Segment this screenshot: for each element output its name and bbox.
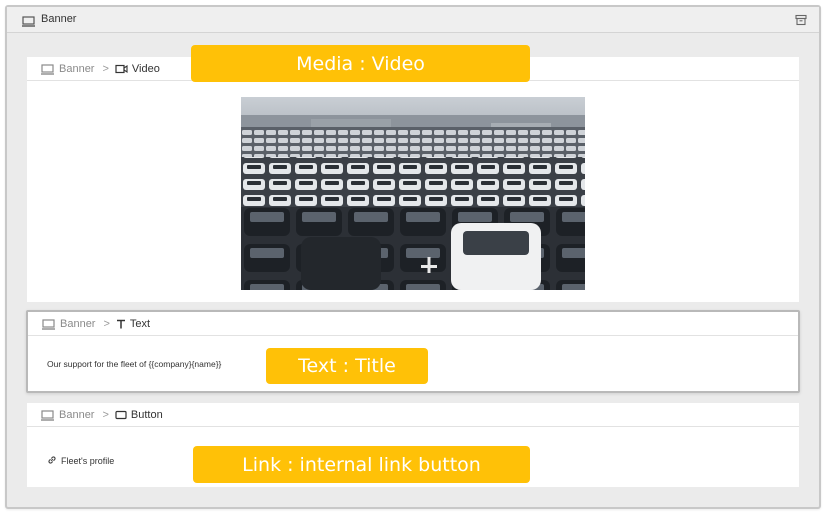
text-title-tag: Text : Title bbox=[266, 348, 428, 384]
button-type-icon bbox=[115, 410, 127, 420]
media-video-tag: Media : Video bbox=[191, 45, 530, 82]
video-card[interactable]: Banner > Video Media : Video bbox=[27, 45, 799, 302]
link-button-tag: Link : internal link button bbox=[193, 446, 530, 483]
breadcrumb-separator: > bbox=[102, 409, 109, 421]
video-thumbnail[interactable] bbox=[241, 97, 585, 290]
title-text[interactable]: Our support for the fleet of {{company}{… bbox=[47, 359, 221, 369]
button-card[interactable]: Banner > Button Fleet's profile Link : i… bbox=[27, 403, 799, 487]
fleet-profile-link[interactable]: Fleet's profile bbox=[47, 455, 114, 467]
breadcrumb-separator: > bbox=[103, 318, 110, 330]
breadcrumb-root[interactable]: Banner bbox=[60, 318, 95, 330]
breadcrumb: Banner > Video bbox=[41, 63, 160, 75]
monitor-icon bbox=[22, 14, 35, 32]
banner-title: Banner bbox=[41, 13, 77, 25]
breadcrumb-current: Button bbox=[130, 409, 163, 421]
breadcrumb-root[interactable]: Banner bbox=[59, 409, 94, 421]
monitor-icon bbox=[42, 318, 55, 330]
breadcrumb-separator: > bbox=[102, 63, 109, 75]
breadcrumb-root[interactable]: Banner bbox=[59, 63, 94, 75]
text-card-header: Banner > Text bbox=[28, 312, 798, 336]
video-card-header: Banner > Video Media : Video bbox=[27, 45, 799, 82]
breadcrumb: Banner > Button bbox=[41, 409, 163, 421]
text-card[interactable]: Banner > Text Our support for the fleet … bbox=[26, 310, 800, 393]
breadcrumb-current: Video bbox=[131, 63, 160, 75]
breadcrumb-current: Text bbox=[129, 318, 151, 330]
text-type-icon bbox=[116, 319, 126, 329]
button-card-header: Banner > Button bbox=[27, 403, 799, 427]
banner-block: Banner Banner > Video Media : Video Bann… bbox=[5, 5, 821, 509]
archive-icon[interactable] bbox=[795, 13, 807, 31]
link-icon bbox=[47, 455, 57, 467]
link-label: Fleet's profile bbox=[61, 456, 115, 466]
monitor-icon bbox=[41, 409, 54, 421]
video-icon bbox=[115, 64, 128, 74]
banner-header: Banner bbox=[7, 7, 819, 33]
breadcrumb: Banner > Text bbox=[42, 318, 150, 330]
monitor-icon bbox=[41, 63, 54, 75]
